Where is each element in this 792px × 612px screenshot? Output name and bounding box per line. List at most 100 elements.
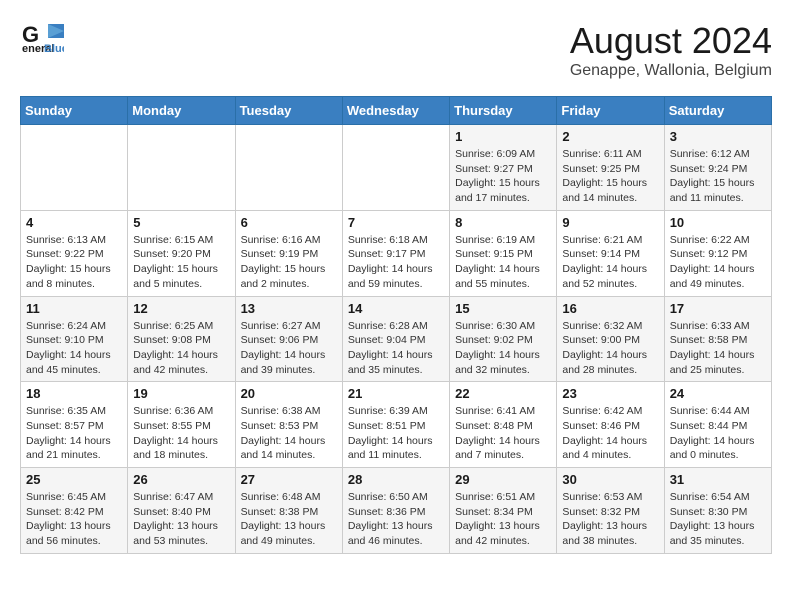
calendar-day-cell xyxy=(342,125,449,211)
calendar-day-cell: 31 Sunrise: 6:54 AM Sunset: 8:30 PM Dayli… xyxy=(664,468,771,554)
calendar-week-row: 4 Sunrise: 6:13 AM Sunset: 9:22 PM Daylig… xyxy=(21,210,772,296)
day-number: 4 xyxy=(26,215,122,230)
day-info: Sunrise: 6:11 AM Sunset: 9:25 PM Dayligh… xyxy=(562,147,658,206)
calendar-day-cell xyxy=(128,125,235,211)
day-info: Sunrise: 6:32 AM Sunset: 9:00 PM Dayligh… xyxy=(562,319,658,378)
day-number: 30 xyxy=(562,472,658,487)
title-area: August 2024 Genappe, Wallonia, Belgium xyxy=(570,20,772,80)
calendar-day-cell: 22Sunrise: 6:41 AM Sunset: 8:48 PM Dayli… xyxy=(450,382,557,468)
calendar-day-cell: 28 Sunrise: 6:50 AM Sunset: 8:36 PM Dayli… xyxy=(342,468,449,554)
day-of-week-header: Tuesday xyxy=(235,97,342,125)
day-info: Sunrise: 6:50 AM Sunset: 8:36 PM Dayligh… xyxy=(348,490,444,549)
day-number: 24 xyxy=(670,386,766,401)
calendar-day-cell: 9Sunrise: 6:21 AM Sunset: 9:14 PM Daylig… xyxy=(557,210,664,296)
calendar-day-cell: 3Sunrise: 6:12 AM Sunset: 9:24 PM Daylig… xyxy=(664,125,771,211)
day-number: 2 xyxy=(562,129,658,144)
calendar-day-cell: 2 Sunrise: 6:11 AM Sunset: 9:25 PM Daylig… xyxy=(557,125,664,211)
day-info: Sunrise: 6:15 AM Sunset: 9:20 PM Dayligh… xyxy=(133,233,229,292)
day-number: 26 xyxy=(133,472,229,487)
day-number: 27 xyxy=(241,472,337,487)
day-number: 22 xyxy=(455,386,551,401)
day-number: 20 xyxy=(241,386,337,401)
calendar-week-row: 18 Sunrise: 6:35 AM Sunset: 8:57 PM Dayli… xyxy=(21,382,772,468)
calendar-day-cell: 6 Sunrise: 6:16 AM Sunset: 9:19 PM Daylig… xyxy=(235,210,342,296)
day-number: 14 xyxy=(348,301,444,316)
day-of-week-header: Sunday xyxy=(21,97,128,125)
day-number: 6 xyxy=(241,215,337,230)
day-info: Sunrise: 6:33 AM Sunset: 8:58 PM Dayligh… xyxy=(670,319,766,378)
day-info: Sunrise: 6:18 AM Sunset: 9:17 PM Dayligh… xyxy=(348,233,444,292)
day-info: Sunrise: 6:22 AM Sunset: 9:12 PM Dayligh… xyxy=(670,233,766,292)
calendar-day-cell xyxy=(21,125,128,211)
calendar-day-cell: 4 Sunrise: 6:13 AM Sunset: 9:22 PM Daylig… xyxy=(21,210,128,296)
calendar-day-cell: 18 Sunrise: 6:35 AM Sunset: 8:57 PM Dayli… xyxy=(21,382,128,468)
day-number: 8 xyxy=(455,215,551,230)
day-info: Sunrise: 6:45 AM Sunset: 8:42 PM Dayligh… xyxy=(26,490,122,549)
svg-text:Blue: Blue xyxy=(44,43,64,54)
day-info: Sunrise: 6:19 AM Sunset: 9:15 PM Dayligh… xyxy=(455,233,551,292)
day-info: Sunrise: 6:39 AM Sunset: 8:51 PM Dayligh… xyxy=(348,404,444,463)
day-info: Sunrise: 6:36 AM Sunset: 8:55 PM Dayligh… xyxy=(133,404,229,463)
day-number: 9 xyxy=(562,215,658,230)
calendar-day-cell: 11 Sunrise: 6:24 AM Sunset: 9:10 PM Dayli… xyxy=(21,296,128,382)
day-number: 5 xyxy=(133,215,229,230)
calendar-day-cell: 12 Sunrise: 6:25 AM Sunset: 9:08 PM Dayli… xyxy=(128,296,235,382)
day-number: 12 xyxy=(133,301,229,316)
calendar-day-cell: 20 Sunrise: 6:38 AM Sunset: 8:53 PM Dayli… xyxy=(235,382,342,468)
day-number: 17 xyxy=(670,301,766,316)
calendar-day-cell: 26 Sunrise: 6:47 AM Sunset: 8:40 PM Dayli… xyxy=(128,468,235,554)
calendar-table: SundayMondayTuesdayWednesdayThursdayFrid… xyxy=(20,96,772,554)
day-info: Sunrise: 6:12 AM Sunset: 9:24 PM Dayligh… xyxy=(670,147,766,206)
day-info: Sunrise: 6:24 AM Sunset: 9:10 PM Dayligh… xyxy=(26,319,122,378)
day-info: Sunrise: 6:53 AM Sunset: 8:32 PM Dayligh… xyxy=(562,490,658,549)
day-info: Sunrise: 6:47 AM Sunset: 8:40 PM Dayligh… xyxy=(133,490,229,549)
month-year-title: August 2024 xyxy=(570,20,772,62)
calendar-day-cell: 30 Sunrise: 6:53 AM Sunset: 8:32 PM Dayli… xyxy=(557,468,664,554)
calendar-header-row: SundayMondayTuesdayWednesdayThursdayFrid… xyxy=(21,97,772,125)
day-number: 15 xyxy=(455,301,551,316)
day-number: 31 xyxy=(670,472,766,487)
day-info: Sunrise: 6:42 AM Sunset: 8:46 PM Dayligh… xyxy=(562,404,658,463)
calendar-day-cell: 14 Sunrise: 6:28 AM Sunset: 9:04 PM Dayli… xyxy=(342,296,449,382)
day-number: 11 xyxy=(26,301,122,316)
day-of-week-header: Friday xyxy=(557,97,664,125)
day-number: 25 xyxy=(26,472,122,487)
day-of-week-header: Monday xyxy=(128,97,235,125)
day-number: 28 xyxy=(348,472,444,487)
calendar-day-cell: 29Sunrise: 6:51 AM Sunset: 8:34 PM Dayli… xyxy=(450,468,557,554)
day-info: Sunrise: 6:28 AM Sunset: 9:04 PM Dayligh… xyxy=(348,319,444,378)
calendar-day-cell: 7 Sunrise: 6:18 AM Sunset: 9:17 PM Daylig… xyxy=(342,210,449,296)
day-number: 19 xyxy=(133,386,229,401)
day-info: Sunrise: 6:35 AM Sunset: 8:57 PM Dayligh… xyxy=(26,404,122,463)
day-info: Sunrise: 6:16 AM Sunset: 9:19 PM Dayligh… xyxy=(241,233,337,292)
day-number: 1 xyxy=(455,129,551,144)
calendar-day-cell: 13Sunrise: 6:27 AM Sunset: 9:06 PM Dayli… xyxy=(235,296,342,382)
day-number: 29 xyxy=(455,472,551,487)
calendar-day-cell: 1Sunrise: 6:09 AM Sunset: 9:27 PM Daylig… xyxy=(450,125,557,211)
day-info: Sunrise: 6:13 AM Sunset: 9:22 PM Dayligh… xyxy=(26,233,122,292)
day-number: 16 xyxy=(562,301,658,316)
day-number: 13 xyxy=(241,301,337,316)
location-subtitle: Genappe, Wallonia, Belgium xyxy=(570,62,772,80)
day-number: 18 xyxy=(26,386,122,401)
calendar-day-cell: 24 Sunrise: 6:44 AM Sunset: 8:44 PM Dayli… xyxy=(664,382,771,468)
day-info: Sunrise: 6:54 AM Sunset: 8:30 PM Dayligh… xyxy=(670,490,766,549)
calendar-day-cell: 23Sunrise: 6:42 AM Sunset: 8:46 PM Dayli… xyxy=(557,382,664,468)
day-info: Sunrise: 6:30 AM Sunset: 9:02 PM Dayligh… xyxy=(455,319,551,378)
calendar-day-cell: 25 Sunrise: 6:45 AM Sunset: 8:42 PM Dayli… xyxy=(21,468,128,554)
day-info: Sunrise: 6:38 AM Sunset: 8:53 PM Dayligh… xyxy=(241,404,337,463)
day-info: Sunrise: 6:48 AM Sunset: 8:38 PM Dayligh… xyxy=(241,490,337,549)
calendar-day-cell: 5 Sunrise: 6:15 AM Sunset: 9:20 PM Daylig… xyxy=(128,210,235,296)
calendar-day-cell: 8 Sunrise: 6:19 AM Sunset: 9:15 PM Daylig… xyxy=(450,210,557,296)
calendar-week-row: 1Sunrise: 6:09 AM Sunset: 9:27 PM Daylig… xyxy=(21,125,772,211)
day-info: Sunrise: 6:25 AM Sunset: 9:08 PM Dayligh… xyxy=(133,319,229,378)
calendar-day-cell: 16 Sunrise: 6:32 AM Sunset: 9:00 PM Dayli… xyxy=(557,296,664,382)
day-number: 10 xyxy=(670,215,766,230)
calendar-week-row: 25 Sunrise: 6:45 AM Sunset: 8:42 PM Dayli… xyxy=(21,468,772,554)
logo-icon: G eneral Blue xyxy=(20,20,64,54)
calendar-day-cell: 19 Sunrise: 6:36 AM Sunset: 8:55 PM Dayli… xyxy=(128,382,235,468)
day-info: Sunrise: 6:44 AM Sunset: 8:44 PM Dayligh… xyxy=(670,404,766,463)
calendar-day-cell: 27 Sunrise: 6:48 AM Sunset: 8:38 PM Dayli… xyxy=(235,468,342,554)
page-header: G eneral Blue August 2024 Genappe, Wallo… xyxy=(20,20,772,80)
day-number: 7 xyxy=(348,215,444,230)
